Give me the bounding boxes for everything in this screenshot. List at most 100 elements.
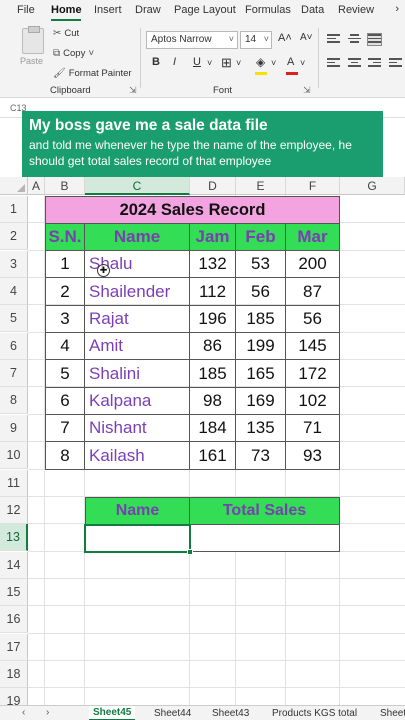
table-cell-name[interactable]: Shalini [85, 360, 190, 388]
sheet-tab-sheet44[interactable]: Sheet44 [154, 708, 191, 719]
table-cell-name[interactable]: Shailender [85, 278, 190, 306]
row-header-5[interactable]: 5 [0, 305, 28, 333]
sheet-tab-sheet45[interactable]: Sheet45 [89, 706, 136, 720]
fill-color-icon[interactable]: ◈ [256, 55, 265, 69]
column-header-e[interactable]: E [236, 177, 286, 195]
borders-icon[interactable]: ⊞ [221, 55, 232, 71]
column-header-b[interactable]: B [45, 177, 85, 195]
lookup-name-header[interactable]: Name [85, 497, 190, 525]
row-header-6[interactable]: 6 [0, 332, 28, 360]
table-cell-jan[interactable]: 161 [190, 442, 236, 470]
table-cell-name[interactable]: Rajat [85, 305, 190, 334]
table-cell-feb[interactable]: 73 [236, 442, 286, 470]
table-cell-sn[interactable]: 1 [45, 251, 85, 279]
row-header-1[interactable]: 1 [0, 196, 28, 223]
tab-data[interactable]: Data [301, 4, 324, 16]
align-top-icon[interactable] [327, 34, 340, 45]
lookup-total-header[interactable]: Total Sales [190, 497, 340, 525]
align-bottom-icon[interactable] [367, 33, 382, 46]
table-cell-mar[interactable]: 145 [286, 333, 340, 361]
bold-button[interactable]: B [152, 56, 160, 68]
sheet-tab-products-kgs-total[interactable]: Products KGS total [272, 708, 357, 719]
table-cell-feb[interactable]: 53 [236, 251, 286, 279]
lookup-total-output[interactable] [190, 525, 340, 552]
row-header-16[interactable]: 16 [0, 606, 28, 634]
row-header-7[interactable]: 7 [0, 360, 28, 388]
table-cell-jan[interactable]: 98 [190, 387, 236, 416]
chevron-down-icon[interactable]: ˅ [207, 58, 212, 68]
table-cell-mar[interactable]: 87 [286, 278, 340, 306]
italic-button[interactable]: I [173, 56, 176, 68]
header-name[interactable]: Name [85, 224, 190, 251]
table-cell-name[interactable]: Nishant [85, 415, 190, 443]
dialog-launcher-icon[interactable]: ⇲ [129, 85, 137, 96]
fill-handle[interactable] [187, 549, 193, 555]
tab-insert[interactable]: Insert [94, 4, 122, 16]
table-cell-sn[interactable]: 2 [45, 278, 85, 306]
row-header-12[interactable]: 12 [0, 496, 28, 524]
table-cell-sn[interactable]: 8 [45, 442, 85, 470]
table-cell-sn[interactable]: 5 [45, 360, 85, 388]
column-header-d[interactable]: D [190, 177, 236, 195]
chevron-right-icon[interactable]: › [395, 3, 399, 15]
table-cell-feb[interactable]: 135 [236, 415, 286, 443]
column-header-a[interactable]: A [28, 177, 45, 195]
table-cell-feb[interactable]: 199 [236, 333, 286, 361]
chevron-right-icon[interactable]: › [46, 707, 49, 718]
chevron-down-icon[interactable]: ˅ [271, 58, 276, 68]
align-middle-icon[interactable] [348, 34, 361, 45]
table-cell-sn[interactable]: 7 [45, 415, 85, 443]
chevron-left-icon[interactable]: ‹ [22, 707, 25, 718]
header-mar[interactable]: Mar [286, 224, 340, 251]
tab-page-layout[interactable]: Page Layout [174, 4, 236, 16]
header-feb[interactable]: Feb [236, 224, 286, 251]
align-left-icon[interactable] [327, 58, 340, 69]
clipboard-icon[interactable] [22, 26, 44, 54]
select-all-button[interactable] [0, 177, 28, 195]
row-header-17[interactable]: 17 [0, 633, 28, 661]
shrink-font-button[interactable]: A˅ [300, 32, 313, 43]
table-cell-mar[interactable]: 56 [286, 305, 340, 334]
indent-icon[interactable] [389, 58, 402, 69]
row-header-9[interactable]: 9 [0, 414, 28, 442]
underline-button[interactable]: U [193, 56, 201, 68]
table-cell-mar[interactable]: 71 [286, 415, 340, 443]
font-family-select[interactable]: Aptos Narrow ˅ [146, 31, 238, 49]
tab-review[interactable]: Review [338, 4, 374, 16]
row-header-14[interactable]: 14 [0, 551, 28, 579]
font-color-icon[interactable]: A [287, 56, 294, 68]
dialog-launcher-icon[interactable]: ⇲ [303, 85, 311, 96]
row-header-11[interactable]: 11 [0, 469, 28, 497]
table-cell-mar[interactable]: 200 [286, 251, 340, 279]
header-jan[interactable]: Jam [190, 224, 236, 251]
table-cell-name[interactable]: Amit [85, 333, 190, 361]
table-cell-jan[interactable]: 112 [190, 278, 236, 306]
row-header-8[interactable]: 8 [0, 387, 28, 415]
table-cell-jan[interactable]: 132 [190, 251, 236, 279]
copy-button[interactable]: ⧉ Copy ˅ [53, 48, 94, 59]
table-cell-feb[interactable]: 169 [236, 387, 286, 416]
table-title[interactable]: 2024 Sales Record [45, 196, 340, 224]
column-header-c[interactable]: C [85, 177, 190, 195]
tab-draw[interactable]: Draw [135, 4, 161, 16]
table-cell-sn[interactable]: 3 [45, 305, 85, 334]
row-header-18[interactable]: 18 [0, 660, 28, 688]
paste-button[interactable]: Paste [20, 56, 43, 66]
format-painter-button[interactable]: 🖌 Format Painter [53, 68, 132, 79]
table-cell-sn[interactable]: 6 [45, 387, 85, 416]
table-cell-jan[interactable]: 196 [190, 305, 236, 334]
column-header-f[interactable]: F [286, 177, 340, 195]
grow-font-button[interactable]: A˄ [278, 32, 292, 44]
table-cell-name[interactable]: Kailash [85, 442, 190, 470]
table-cell-mar[interactable]: 93 [286, 442, 340, 470]
chevron-down-icon[interactable]: ˅ [300, 58, 305, 68]
table-cell-feb[interactable]: 165 [236, 360, 286, 388]
table-cell-jan[interactable]: 86 [190, 333, 236, 361]
align-center-icon[interactable] [348, 58, 361, 69]
sheet-tab-sheet43[interactable]: Sheet43 [212, 708, 249, 719]
row-header-4[interactable]: 4 [0, 278, 28, 306]
row-header-2[interactable]: 2 [0, 223, 28, 251]
tab-formulas[interactable]: Formulas [245, 4, 291, 16]
tab-home[interactable]: Home [51, 4, 82, 16]
table-cell-feb[interactable]: 185 [236, 305, 286, 334]
